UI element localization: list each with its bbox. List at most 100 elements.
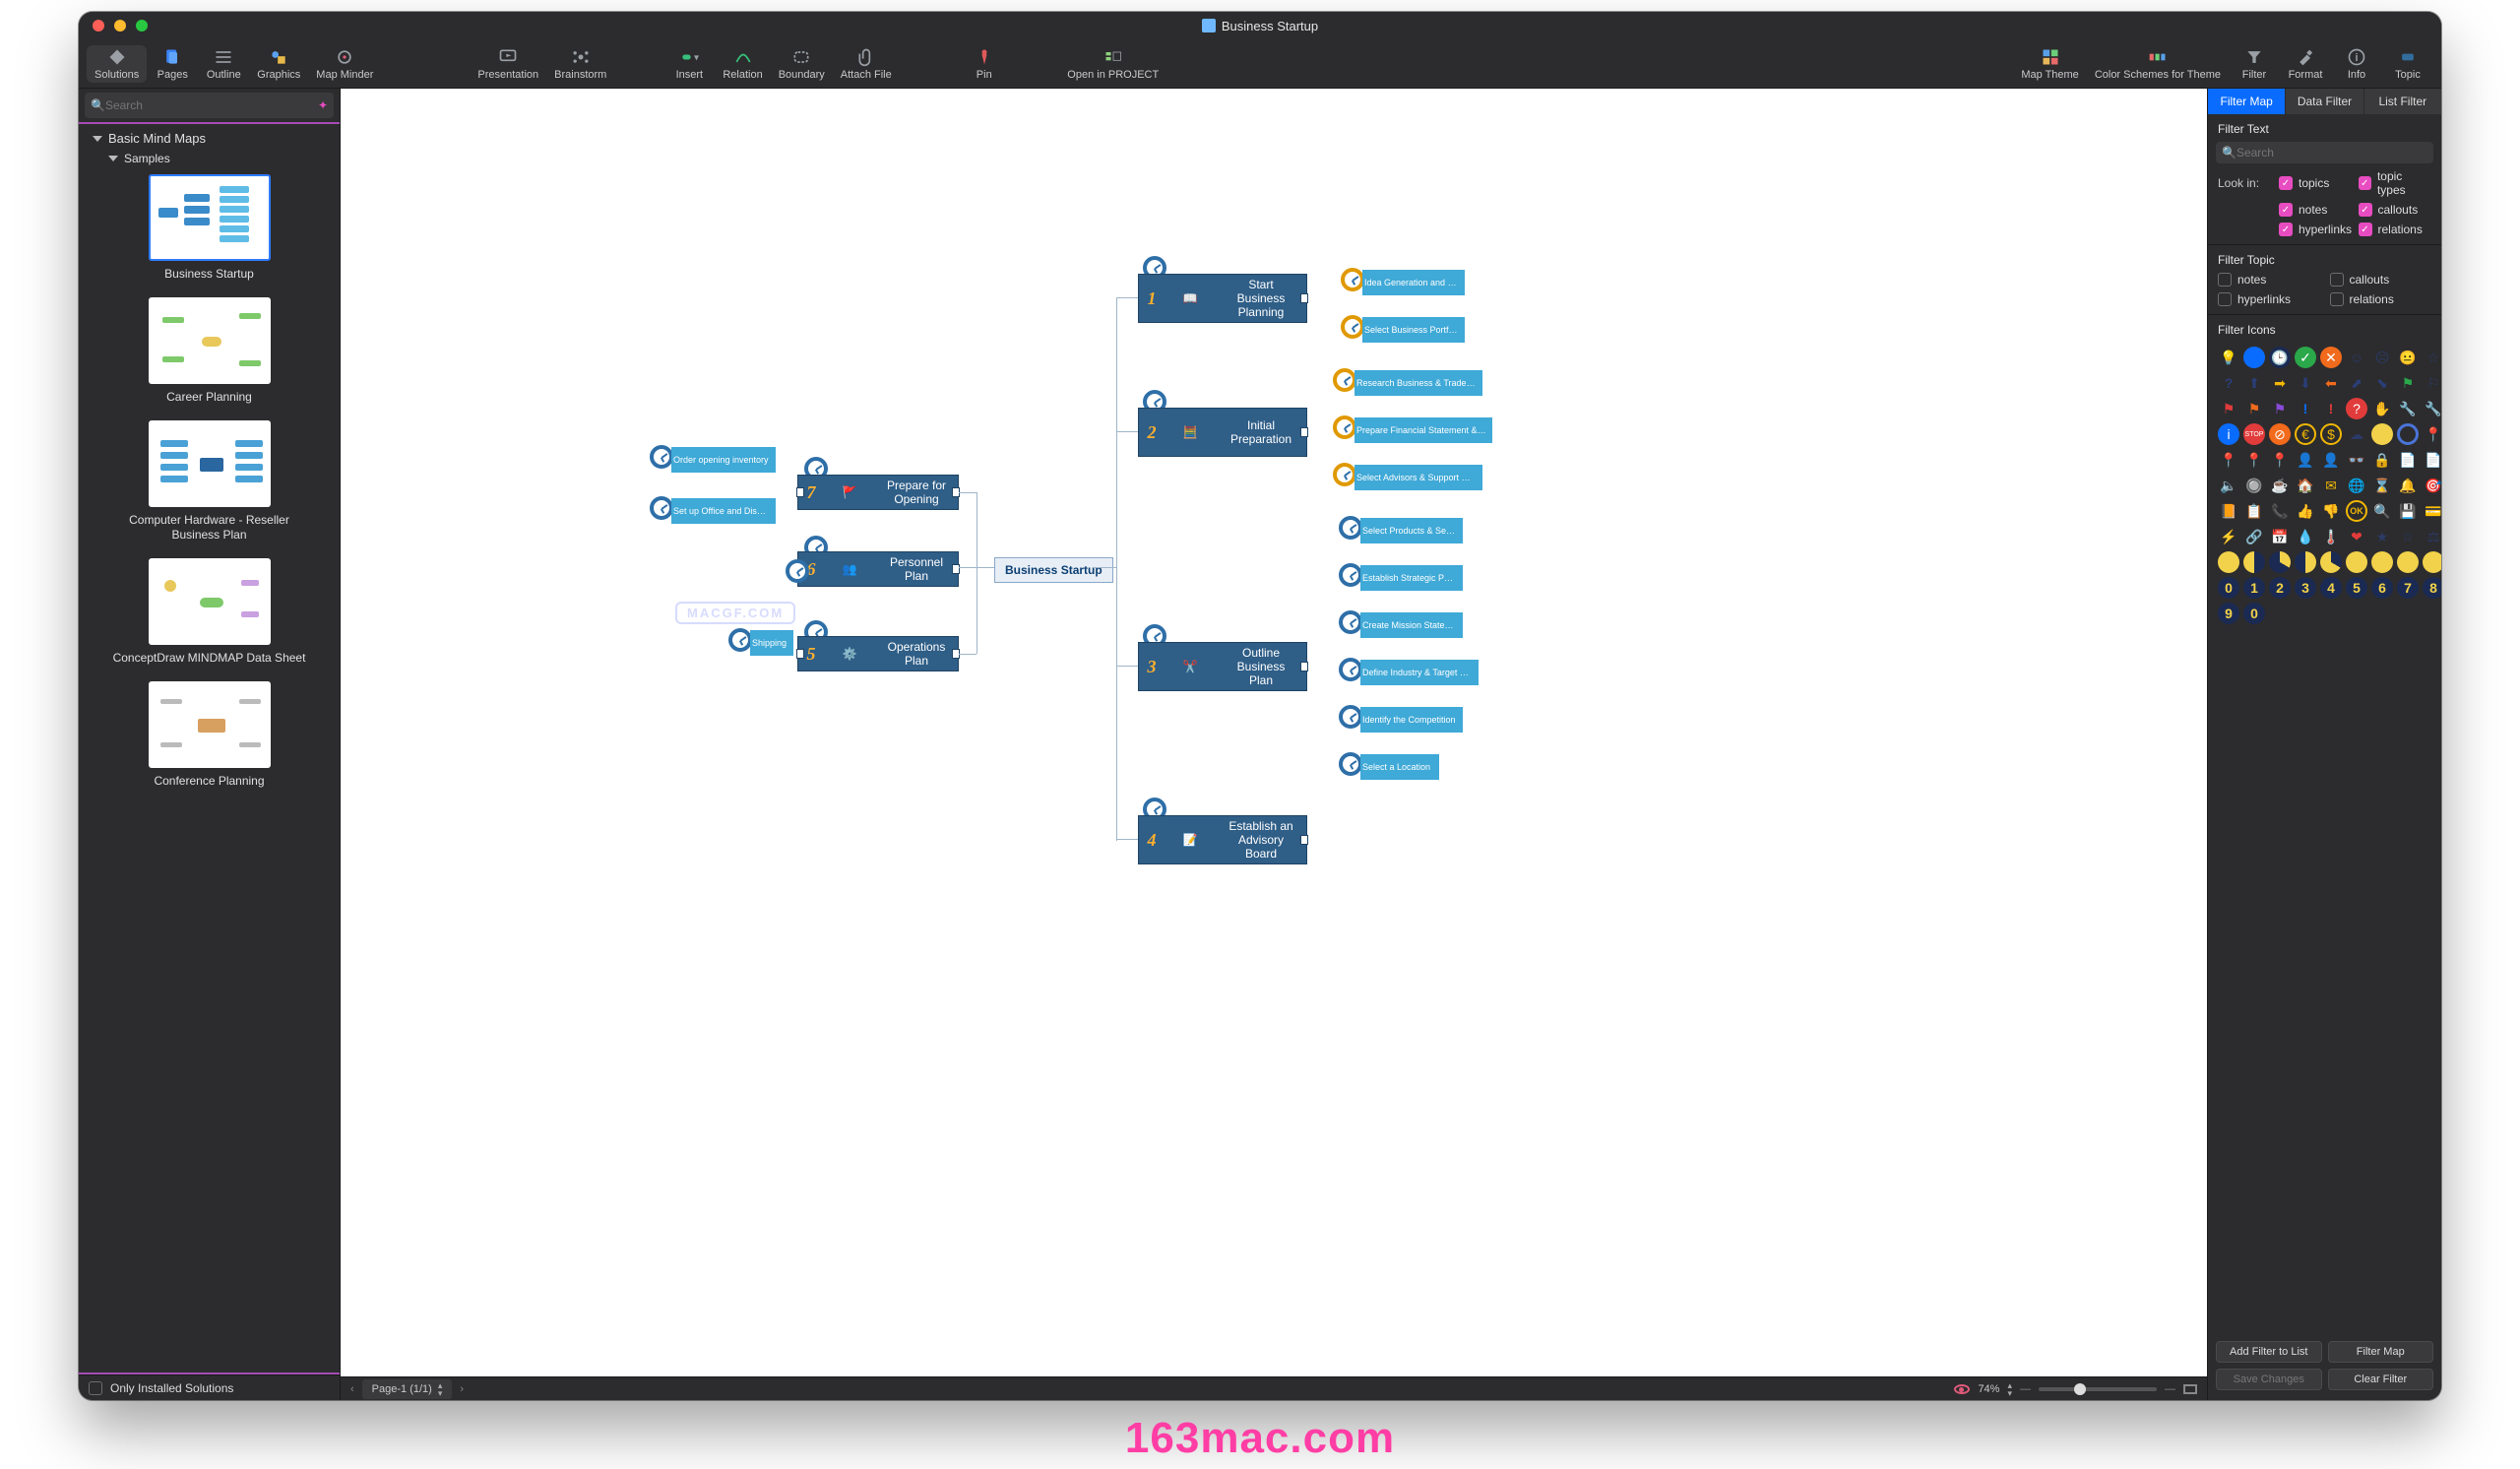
icon-person[interactable]: 👤: [2295, 449, 2316, 471]
icon-face[interactable]: ☺: [2346, 347, 2367, 368]
icon-blue-ring[interactable]: [2397, 423, 2419, 445]
toolbar-attach-file[interactable]: Attach File: [833, 45, 900, 83]
subnode-order-inventory[interactable]: Order opening inventory: [671, 447, 776, 473]
tree-root[interactable]: Basic Mind Maps: [79, 128, 340, 149]
icon-dollar[interactable]: $: [2320, 423, 2342, 445]
icon-num-extra[interactable]: 0: [2243, 603, 2265, 624]
icon-num-1[interactable]: 1: [2243, 577, 2265, 599]
mindmap-canvas[interactable]: MACGF.COM Business Startup 7 🚩 Prepare f…: [341, 89, 2207, 1376]
subnode[interactable]: Establish Strategic Position: [1360, 565, 1463, 591]
icon-flag-green[interactable]: ⚑: [2397, 372, 2419, 394]
icon-scale[interactable]: ⚖: [2423, 526, 2441, 547]
icon-num-9[interactable]: 9: [2218, 603, 2239, 624]
node-center[interactable]: Business Startup: [994, 557, 1113, 583]
subnode[interactable]: Research Business & Trade Organizations: [1354, 370, 1482, 396]
topic-hyperlinks[interactable]: hyperlinks: [2218, 292, 2320, 306]
toolbar-map-theme[interactable]: Map Theme: [2013, 45, 2087, 83]
lookin-topic-types[interactable]: ✓topic types: [2359, 169, 2432, 197]
zoom-slider[interactable]: [2039, 1387, 2157, 1391]
sample-reseller-plan[interactable]: Computer Hardware - Reseller Business Pl…: [107, 420, 312, 543]
icon-lock[interactable]: 🔒: [2371, 449, 2393, 471]
icon-check-green[interactable]: ✓: [2295, 347, 2316, 368]
toolbar-format[interactable]: Format: [2280, 45, 2331, 83]
icon-heart[interactable]: ❤: [2346, 526, 2367, 547]
node-personnel-plan[interactable]: 6 👥 Personnel Plan: [797, 551, 959, 587]
lookin-relations[interactable]: ✓relations: [2359, 223, 2432, 236]
icon-mail[interactable]: ✉: [2320, 475, 2342, 496]
sample-conference-planning[interactable]: Conference Planning: [107, 681, 312, 789]
icon-thumbs-down[interactable]: 👎: [2320, 500, 2342, 522]
icon-moon-8[interactable]: [2397, 551, 2419, 573]
icon-flag-outline[interactable]: ⚐: [2423, 372, 2441, 394]
subnode[interactable]: Select Business Portfolio: [1362, 317, 1465, 343]
icon-exclaim-blue[interactable]: !: [2295, 398, 2316, 419]
node-initial-preparation[interactable]: 2 🧮 Initial Preparation: [1138, 408, 1307, 457]
icon-no-entry[interactable]: ⊘: [2269, 423, 2291, 445]
topic-relations[interactable]: relations: [2330, 292, 2432, 306]
icon-moon-7[interactable]: [2371, 551, 2393, 573]
toolbar-outline[interactable]: Outline: [198, 45, 249, 83]
icon-bolt[interactable]: ⚡: [2218, 526, 2239, 547]
subnode[interactable]: Select Products & Services: [1360, 518, 1463, 543]
filter-map-button[interactable]: Filter Map: [2328, 1341, 2434, 1363]
lookin-hyperlinks[interactable]: ✓hyperlinks: [2279, 223, 2353, 236]
tab-list-filter[interactable]: List Filter: [2364, 89, 2441, 114]
tree-group-samples[interactable]: Samples: [79, 149, 340, 168]
icon-ok[interactable]: OK: [2346, 500, 2367, 522]
icon-moon-2[interactable]: [2243, 551, 2265, 573]
icon-yellow-disc[interactable]: [2371, 423, 2393, 445]
icon-thumbs-up[interactable]: 👍: [2295, 500, 2316, 522]
fit-icon[interactable]: [2183, 1384, 2197, 1394]
icon-num-8[interactable]: 8: [2423, 577, 2441, 599]
icon-cloud[interactable]: ☁: [2346, 423, 2367, 445]
node-advisory-board[interactable]: 4 📝 Establish an Advisory Board: [1138, 815, 1307, 864]
magic-wand-icon[interactable]: ✦: [318, 98, 328, 112]
icon-book[interactable]: 📙: [2218, 500, 2239, 522]
icon-x-orange[interactable]: ✕: [2320, 347, 2342, 368]
icon-pin-orange[interactable]: 📍: [2218, 449, 2239, 471]
subnode[interactable]: Create Mission Statement: [1360, 612, 1463, 638]
icon-save[interactable]: 💾: [2397, 500, 2419, 522]
toolbar-pages[interactable]: Pages: [147, 45, 198, 83]
icon-dot-blue[interactable]: [2243, 347, 2265, 368]
toolbar-graphics[interactable]: Graphics: [249, 45, 308, 83]
icon-home[interactable]: 🏠: [2295, 475, 2316, 496]
lookin-notes[interactable]: ✓notes: [2279, 203, 2353, 217]
lookin-callouts[interactable]: ✓callouts: [2359, 203, 2432, 217]
icon-arrow-down[interactable]: ⬇: [2295, 372, 2316, 394]
sample-business-startup[interactable]: Business Startup: [107, 174, 312, 282]
icon-dot[interactable]: 🔘: [2243, 475, 2265, 496]
icon-num-6[interactable]: 6: [2371, 577, 2393, 599]
icon-star-outline[interactable]: ☆: [2423, 347, 2441, 368]
add-filter-button[interactable]: Add Filter to List: [2216, 1341, 2322, 1363]
subnode[interactable]: Prepare Financial Statement & Balance Sh…: [1354, 417, 1492, 443]
icon-num-0[interactable]: 0: [2218, 577, 2239, 599]
icon-moon-5[interactable]: [2320, 551, 2342, 573]
icon-drop[interactable]: 💧: [2295, 526, 2316, 547]
icon-globe[interactable]: 🌐: [2346, 475, 2367, 496]
icon-moon-6[interactable]: [2346, 551, 2367, 573]
sample-career-planning[interactable]: Career Planning: [107, 297, 312, 405]
icon-wrench2[interactable]: 🔧: [2423, 398, 2441, 419]
toolbar-pin[interactable]: Pin: [959, 45, 1010, 83]
toolbar-brainstorm[interactable]: Brainstorm: [546, 45, 614, 83]
icon-moon-1[interactable]: [2218, 551, 2239, 573]
icon-fire[interactable]: 🌡️: [2320, 526, 2342, 547]
icon-pin-yellow[interactable]: 📍: [2269, 449, 2291, 471]
icon-num-7[interactable]: 7: [2397, 577, 2419, 599]
sidebar-search-input[interactable]: [105, 98, 312, 112]
icon-search[interactable]: 🔍: [2371, 500, 2393, 522]
icon-flag-purple[interactable]: ⚑: [2269, 398, 2291, 419]
icon-target[interactable]: 🎯: [2423, 475, 2441, 496]
subnode-setup-office[interactable]: Set up Office and Display Areas: [671, 498, 776, 524]
toolbar-color-schemes[interactable]: Color Schemes for Theme: [2087, 45, 2229, 83]
icon-moon-3[interactable]: [2269, 551, 2291, 573]
icon-info-blue[interactable]: i: [2218, 423, 2239, 445]
icon-question[interactable]: ?: [2218, 372, 2239, 394]
icon-euro[interactable]: €: [2295, 423, 2316, 445]
icon-flag-red[interactable]: ⚑: [2218, 398, 2239, 419]
save-changes-button[interactable]: Save Changes: [2216, 1369, 2322, 1390]
subnode[interactable]: Identify the Competition: [1360, 707, 1463, 733]
toolbar-solutions[interactable]: Solutions: [87, 45, 147, 83]
icon-star-outline2[interactable]: ☆: [2397, 526, 2419, 547]
